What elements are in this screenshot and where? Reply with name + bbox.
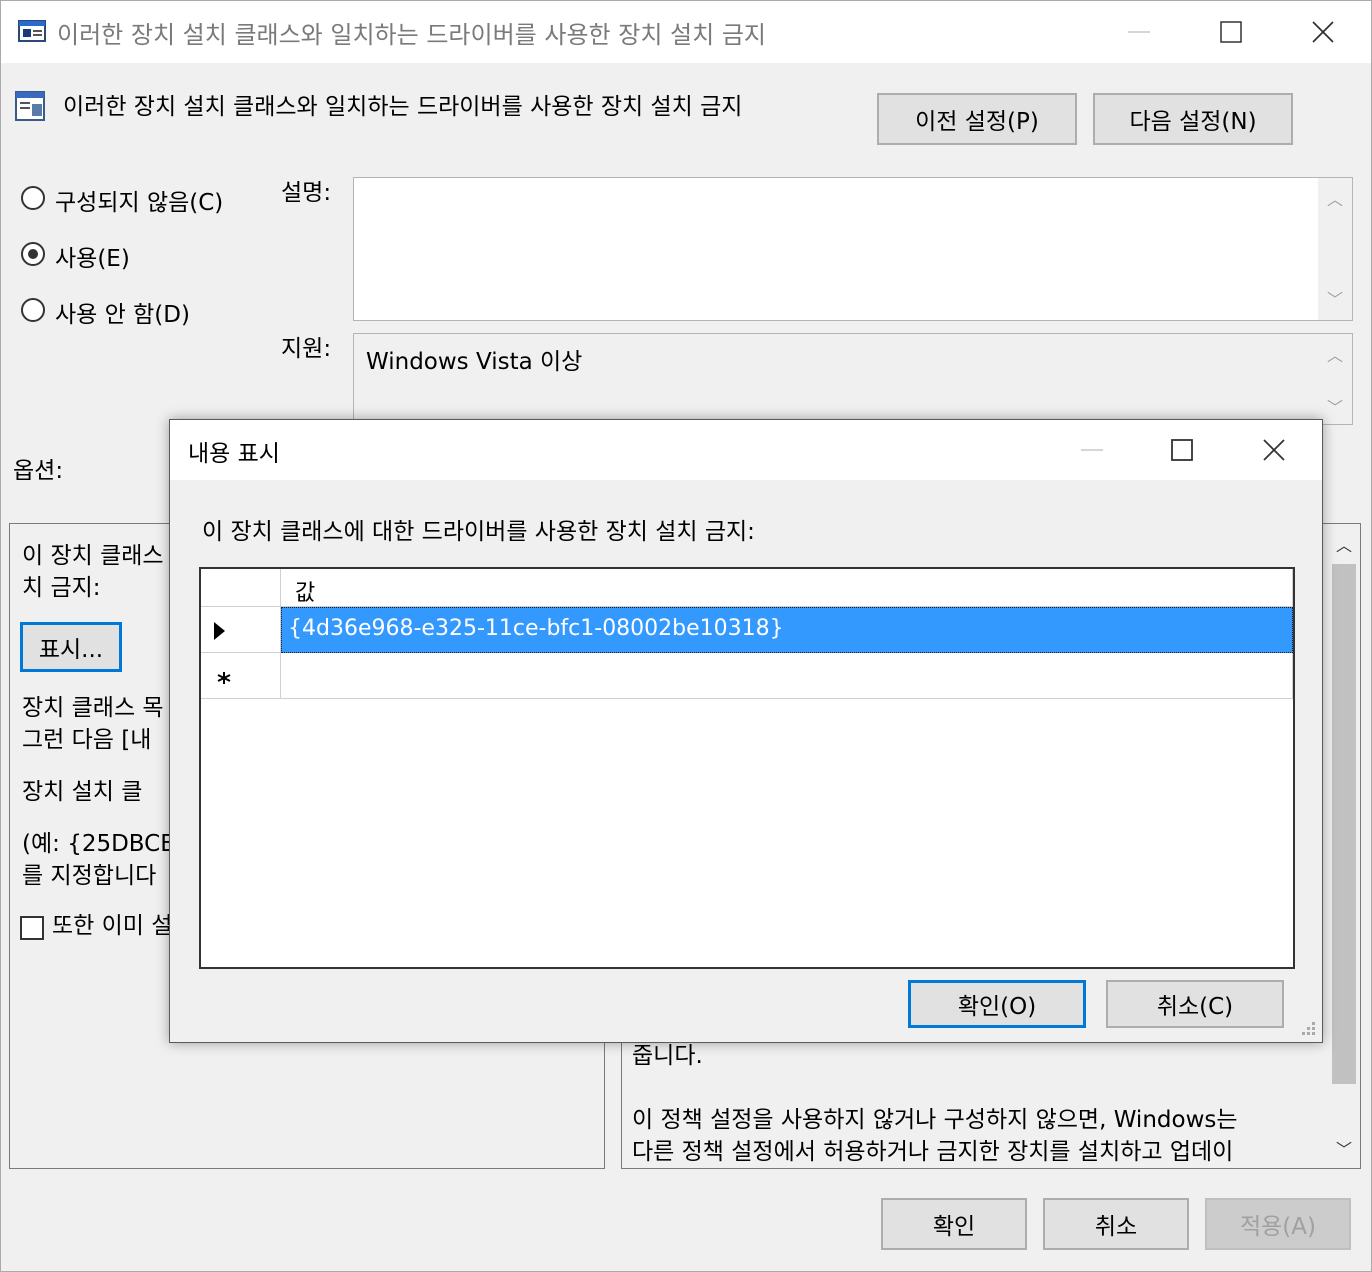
description-textbox[interactable]: ︿ ﹀: [353, 177, 1353, 321]
policy-icon: [15, 89, 47, 123]
supported-textbox: Windows Vista 이상 ︿ ﹀: [353, 333, 1353, 425]
row-header-corner: [201, 569, 281, 607]
dialog-title-bar[interactable]: 내용 표시: [170, 420, 1322, 480]
radio-enabled[interactable]: 사용(E): [21, 239, 261, 272]
supported-label: 지원:: [281, 336, 332, 362]
radio-disabled[interactable]: 사용 안 함(D): [21, 295, 261, 328]
checkbox-label: 또한 이미 설: [52, 913, 173, 939]
new-row-asterisk-icon: [217, 672, 231, 684]
policy-heading: 이러한 장치 설치 클래스와 일치하는 드라이버를 사용한 장치 설치 금지: [63, 94, 743, 120]
options-label: 옵션:: [13, 458, 64, 484]
column-header-value[interactable]: 값: [281, 569, 1293, 607]
scroll-down-icon[interactable]: ﹀: [1328, 1136, 1360, 1160]
options-text: 장치 설치 클: [22, 779, 143, 805]
ok-button[interactable]: 확인: [881, 1198, 1027, 1250]
maximize-icon: [1220, 21, 1242, 43]
dialog-maximize-button[interactable]: [1136, 420, 1228, 480]
dialog-ok-button[interactable]: 확인(O): [908, 980, 1086, 1028]
values-grid[interactable]: 값 {4d36e968-e325-11ce-bfc1-08002be10318}: [199, 567, 1295, 969]
app-icon: [17, 17, 49, 47]
title-bar[interactable]: 이러한 장치 설치 클래스와 일치하는 드라이버를 사용한 장치 설치 금지: [1, 1, 1371, 63]
current-row-arrow-icon: [214, 622, 225, 640]
scroll-up-icon[interactable]: ︿: [1318, 186, 1352, 210]
radio-label: 사용 안 함(D): [55, 302, 190, 328]
also-apply-checkbox[interactable]: [20, 916, 44, 940]
options-text: 치 금지:: [22, 575, 101, 601]
dialog-prompt: 이 장치 클래스에 대한 드라이버를 사용한 장치 설치 금지:: [202, 519, 755, 545]
dialog-close-button[interactable]: [1228, 420, 1320, 480]
options-text: 그런 다음 [내: [22, 727, 152, 753]
help-scrollbar[interactable]: ︿ ﹀: [1328, 524, 1360, 1168]
options-text: (예: {25DBCE5: [22, 831, 190, 857]
dialog-cancel-button[interactable]: 취소(C): [1106, 980, 1284, 1028]
scroll-up-icon[interactable]: ︿: [1328, 532, 1360, 556]
scroll-up-icon[interactable]: ︿: [1318, 342, 1352, 366]
maximize-icon: [1171, 439, 1193, 461]
scroll-down-icon[interactable]: ﹀: [1318, 286, 1352, 310]
dialog-title: 내용 표시: [188, 441, 280, 467]
options-text: 이 장치 클래스: [22, 543, 164, 569]
description-label: 설명:: [281, 180, 332, 206]
next-setting-button[interactable]: 다음 설정(N): [1093, 93, 1293, 145]
options-text: 를 지정합니다: [22, 863, 157, 889]
help-text: 줍니다.: [632, 1043, 703, 1069]
window-title: 이러한 장치 설치 클래스와 일치하는 드라이버를 사용한 장치 설치 금지: [57, 21, 766, 49]
minimize-icon: [1128, 31, 1150, 33]
radio-label: 사용(E): [55, 246, 130, 272]
minimize-button[interactable]: [1093, 1, 1185, 63]
minimize-icon: [1081, 449, 1103, 451]
supported-scrollbar[interactable]: ︿ ﹀: [1318, 334, 1352, 424]
description-scrollbar[interactable]: ︿ ﹀: [1318, 178, 1352, 320]
radio-label: 구성되지 않음(C): [55, 190, 224, 216]
table-row-value[interactable]: {4d36e968-e325-11ce-bfc1-08002be10318}: [281, 607, 1293, 653]
dialog-minimize-button[interactable]: [1046, 420, 1138, 480]
close-icon: [1312, 21, 1334, 43]
row-selector[interactable]: [201, 607, 281, 653]
close-button[interactable]: [1277, 1, 1369, 63]
close-icon: [1263, 439, 1285, 461]
supported-value: Windows Vista 이상: [366, 349, 583, 375]
scroll-thumb[interactable]: [1332, 564, 1356, 1084]
cancel-button[interactable]: 취소: [1043, 1198, 1189, 1250]
help-text: 다른 정책 설정에서 허용하거나 금지한 장치를 설치하고 업데이: [632, 1139, 1234, 1165]
radio-button[interactable]: [21, 186, 45, 210]
maximize-button[interactable]: [1185, 1, 1277, 63]
new-row-value[interactable]: [281, 653, 1293, 699]
radio-not-configured[interactable]: 구성되지 않음(C): [21, 183, 261, 216]
resize-grip-icon[interactable]: [1300, 1020, 1318, 1038]
apply-button[interactable]: 적용(A): [1205, 1198, 1351, 1250]
options-text: 장치 클래스 목: [22, 695, 164, 721]
column-header-label: 값: [295, 581, 316, 606]
radio-button-selected[interactable]: [21, 242, 45, 266]
scroll-down-icon[interactable]: ﹀: [1318, 394, 1352, 418]
help-text: 이 정책 설정을 사용하지 않거나 구성하지 않으면, Windows는: [632, 1107, 1238, 1133]
radio-button[interactable]: [21, 298, 45, 322]
value-cell-text: {4d36e968-e325-11ce-bfc1-08002be10318}: [288, 616, 784, 641]
show-contents-dialog: 내용 표시 이 장치 클래스에 대한 드라이버를 사용한 장치 설치 금지: 값…: [169, 419, 1323, 1043]
show-button[interactable]: 표시...: [20, 622, 122, 672]
previous-setting-button[interactable]: 이전 설정(P): [877, 93, 1077, 145]
new-row-selector[interactable]: [201, 653, 281, 699]
